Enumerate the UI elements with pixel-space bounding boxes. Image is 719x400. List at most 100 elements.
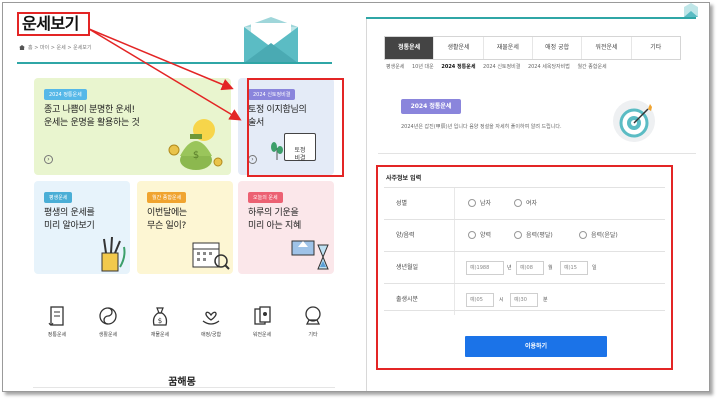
card-badge: 2024 정통운세 xyxy=(44,89,87,100)
row-divider xyxy=(454,220,455,251)
section-divider xyxy=(33,387,335,388)
money-bag-icon: $ xyxy=(152,307,168,326)
hour-unit: 시 xyxy=(499,297,504,303)
card-text: 하루의 기운을 미리 아는 지혜 xyxy=(248,208,302,231)
birth-minute-input[interactable]: 예)30 xyxy=(510,293,538,307)
saju-form-box: 사주정보 입력 성별 남자 여자 양/음력 양력 음력(평달) 음력(윤달) 생… xyxy=(376,165,673,370)
money-bag-illustration-icon: $ xyxy=(168,119,223,170)
subtab-2024-tojeong[interactable]: 2024 신토정비결 xyxy=(483,64,520,70)
page-title: 운세보기 xyxy=(17,12,90,36)
category-tabs: 정통운세 생활운세 재물운세 애정 궁합 워전운세 기타 xyxy=(384,36,681,60)
card-text: 평생의 운세를 미리 알아보기 xyxy=(44,208,95,231)
heart-hand-icon xyxy=(202,311,220,325)
envelope-icon xyxy=(684,3,698,17)
radio-lunar-normal[interactable]: 음력(평달) xyxy=(514,231,553,240)
form-row-birthdate: 생년월일 예)1988 년 예)08 월 예)15 일 xyxy=(384,251,665,283)
breadcrumb: 홈 > 마이 > 운세 > 운세보기 xyxy=(19,44,92,51)
form-row-calendar: 양/음력 양력 음력(평달) 음력(윤달) xyxy=(384,219,665,251)
section-divider xyxy=(378,153,696,154)
minute-unit: 분 xyxy=(543,297,548,303)
card-lifetime[interactable]: 평생운세 평생의 운세를 미리 알아보기 xyxy=(34,181,130,274)
quick-item-jeongtong[interactable]: 정통운세 xyxy=(35,305,79,338)
quick-menu: 정통운세 생활운세 $ 재물운세 애정/궁합 워전운세 기타 xyxy=(35,305,335,355)
quick-item-label: 애정/궁합 xyxy=(200,332,222,338)
card-badge: 월간 종합운세 xyxy=(147,192,187,203)
hourglass-icon xyxy=(291,240,329,270)
quick-item-life[interactable]: 생활운세 xyxy=(86,305,130,338)
quick-item-label: 기타 xyxy=(308,332,318,338)
card-monthly[interactable]: 월간 종합운세 이번달에는 무슨 일이? xyxy=(137,181,233,274)
home-icon[interactable] xyxy=(19,45,25,50)
quick-item-label: 생활운세 xyxy=(98,332,118,338)
birth-year-input[interactable]: 예)1988 xyxy=(466,261,504,275)
birth-day-input[interactable]: 예)15 xyxy=(560,261,588,275)
row-divider xyxy=(454,252,455,283)
breadcrumb-text[interactable]: 홈 > 마이 > 운세 > 운세보기 xyxy=(28,45,92,51)
tab-jeongtong[interactable]: 정통운세 xyxy=(385,37,434,59)
tab-wealth[interactable]: 재물운세 xyxy=(482,37,532,59)
radio-solar[interactable]: 양력 xyxy=(468,231,491,240)
radio-lunar-leap[interactable]: 음력(윤달) xyxy=(579,231,618,240)
tab-life[interactable]: 생활운세 xyxy=(433,37,482,59)
quick-item-love[interactable]: 애정/궁합 xyxy=(189,305,233,338)
subtab-2024-secret[interactable]: 2024 세옥당자비법 xyxy=(528,64,570,70)
radio-label: 여자 xyxy=(526,200,538,207)
tojeong-highlight-box xyxy=(247,78,344,177)
submit-button[interactable]: 이용하기 xyxy=(465,336,607,357)
header-divider xyxy=(366,17,696,19)
crystal-ball-icon xyxy=(305,306,321,325)
quick-item-tarot[interactable]: 워전운세 xyxy=(240,305,284,338)
radio-label: 음력(평달) xyxy=(526,232,553,239)
tab-love[interactable]: 애정 궁합 xyxy=(531,37,581,59)
radio-label: 음력(윤달) xyxy=(591,232,618,239)
card-jeongtong[interactable]: 2024 정통운세 종고 나쁨이 분명한 운세! 운세는 운명을 활용하는 것 … xyxy=(34,78,231,175)
section-title-dream: 꿈해몽 xyxy=(168,377,196,388)
month-unit: 월 xyxy=(548,265,553,271)
arrow-right-icon[interactable]: › xyxy=(44,155,53,164)
quick-item-etc[interactable]: 기타 xyxy=(291,305,335,338)
target-icon xyxy=(613,100,655,142)
gender-label: 성별 xyxy=(396,200,408,207)
radio-label: 남자 xyxy=(480,200,492,207)
radio-circle-icon[interactable] xyxy=(468,231,476,239)
subtab-2024-jeongtong[interactable]: 2024 정통운세 xyxy=(441,64,475,70)
right-panel: 정통운세 생활운세 재물운세 애정 궁합 워전운세 기타 평생운세 10년 대운… xyxy=(366,3,709,391)
calendar-label: 양/음력 xyxy=(396,232,415,239)
envelope-icon xyxy=(244,17,298,63)
card-badge: 오늘의 운세 xyxy=(248,192,283,203)
subtab-lifetime[interactable]: 평생운세 xyxy=(386,64,404,70)
radio-circle-icon[interactable] xyxy=(514,199,522,207)
radio-female[interactable]: 여자 xyxy=(514,199,537,208)
pencil-cup-icon xyxy=(101,237,126,272)
cards-icon xyxy=(254,306,271,325)
header-divider xyxy=(17,62,332,64)
panel-border xyxy=(366,17,367,391)
subtab-10year[interactable]: 10년 대운 xyxy=(412,64,434,70)
card-today[interactable]: 오늘의 운세 하루의 기운을 미리 아는 지혜 xyxy=(238,181,334,274)
card-text: 이번달에는 무슨 일이? xyxy=(147,208,187,231)
birth-hour-input[interactable]: 예)05 xyxy=(466,293,494,307)
yinyang-icon xyxy=(99,307,117,325)
birth-month-input[interactable]: 예)08 xyxy=(516,261,544,275)
row-divider xyxy=(384,310,665,311)
quick-item-label: 정통운세 xyxy=(47,332,67,338)
tab-etc[interactable]: 기타 xyxy=(630,37,680,59)
radio-circle-icon[interactable] xyxy=(468,199,476,207)
card-badge: 평생운세 xyxy=(44,192,73,203)
calendar-icon xyxy=(192,242,230,270)
row-divider xyxy=(454,188,455,219)
sub-tabs: 평생운세 10년 대운 2024 정통운세 2024 신토정비결 2024 세옥… xyxy=(386,63,613,70)
radio-circle-icon[interactable] xyxy=(514,231,522,239)
radio-circle-icon[interactable] xyxy=(579,231,587,239)
left-panel: 운세보기 홈 > 마이 > 운세 > 운세보기 2024 정통운세 종고 나쁨이… xyxy=(17,3,347,391)
subtab-monthly[interactable]: 월간 종합운세 xyxy=(577,64,606,70)
year-unit: 년 xyxy=(507,265,512,271)
day-unit: 일 xyxy=(592,265,597,271)
form-title: 사주정보 입력 xyxy=(386,175,422,182)
svg-text:$: $ xyxy=(193,150,199,161)
year-badge: 2024 정통운세 xyxy=(401,99,461,114)
tab-tarot[interactable]: 워전운세 xyxy=(581,37,630,59)
quick-item-label: 워전운세 xyxy=(252,332,272,338)
radio-male[interactable]: 남자 xyxy=(468,199,491,208)
quick-item-wealth[interactable]: $ 재물운세 xyxy=(138,305,182,338)
